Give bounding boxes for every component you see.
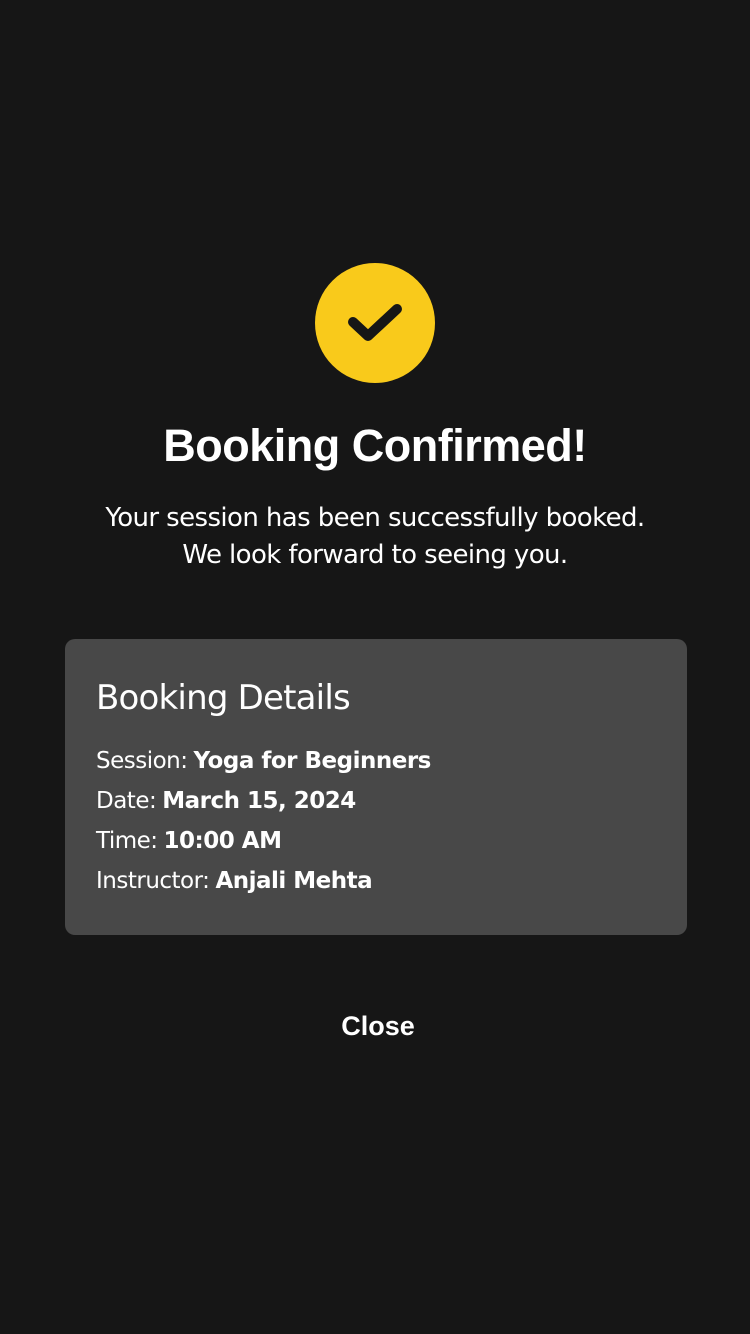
checkmark-icon xyxy=(348,304,402,341)
time-value: 10:00 AM xyxy=(163,828,282,854)
instructor-value: Anjali Mehta xyxy=(215,868,373,894)
booking-details-heading: Booking Details xyxy=(96,678,351,718)
session-label: Session: xyxy=(96,748,188,774)
session-value: Yoga for Beginners xyxy=(193,748,432,774)
date-value: March 15, 2024 xyxy=(162,788,356,814)
booking-confirmation-screen: Booking Confirmed! Your session has been… xyxy=(0,0,750,1334)
detail-row-time: Time: 10:00 AM xyxy=(96,826,282,856)
instructor-label: Instructor: xyxy=(96,868,210,894)
booking-details-card: Booking Details Session: Yoga for Beginne… xyxy=(65,639,687,935)
confirmation-message-line-2: We look forward to seeing you. xyxy=(182,540,568,570)
confirmation-message: Your session has been successfully booke… xyxy=(40,500,710,574)
detail-row-date: Date: March 15, 2024 xyxy=(96,786,356,816)
time-label: Time: xyxy=(96,828,158,854)
detail-row-instructor: Instructor: Anjali Mehta xyxy=(96,866,373,896)
success-badge xyxy=(315,263,435,383)
confirmation-message-line-1: Your session has been successfully booke… xyxy=(105,503,645,533)
detail-row-session: Session: Yoga for Beginners xyxy=(96,746,431,776)
close-button[interactable]: Close xyxy=(300,1000,456,1052)
date-label: Date: xyxy=(96,788,157,814)
page-title: Booking Confirmed! xyxy=(163,420,587,471)
